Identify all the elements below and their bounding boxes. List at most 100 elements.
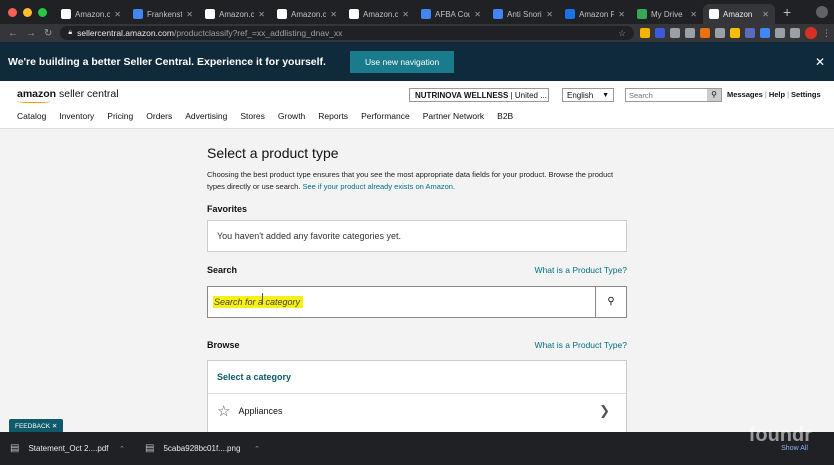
bookmark-star-icon[interactable]: ☆	[618, 28, 626, 39]
nav-item-partner-network[interactable]: Partner Network	[423, 111, 484, 121]
merchant-selector[interactable]: NUTRINOVA WELLNESS | United ...	[409, 88, 549, 102]
doc-icon	[493, 9, 503, 19]
extension-icon[interactable]	[730, 28, 740, 38]
seller-central-logo[interactable]: amazon seller central	[17, 88, 119, 103]
browser-tab-strip: Amazon.c✕Frankensta✕Amazon.c✕Amazon.c✕Am…	[0, 0, 834, 24]
browser-tab[interactable]: Amazon F ✕	[559, 4, 631, 24]
page-title: Select a product type	[207, 145, 339, 161]
close-icon[interactable]: ✕	[618, 10, 625, 19]
playlist-icon[interactable]	[790, 28, 800, 38]
category-row-appliances[interactable]: ☆ Appliances ❯	[208, 394, 626, 428]
nav-item-stores[interactable]: Stores	[240, 111, 265, 121]
tab-label: Anti Snori	[507, 9, 542, 19]
close-icon[interactable]: ✕	[474, 10, 481, 19]
tab-label: My Drive	[651, 9, 683, 19]
extension-icon[interactable]	[670, 28, 680, 38]
amazon-icon	[277, 9, 287, 19]
address-bar[interactable]: 🔒︎ sellercentral.amazon.com/productclass…	[60, 26, 634, 40]
favorites-box: You haven't added any favorite categorie…	[207, 220, 627, 252]
download-item[interactable]: ▤ Statement_Oct 2....pdf ⌃	[0, 443, 135, 454]
browser-tab[interactable]: Amazon.c ✕	[199, 4, 271, 24]
star-icon[interactable]: ☆	[217, 402, 230, 420]
file-icon: ▤	[10, 443, 20, 454]
extension-icon[interactable]	[655, 28, 665, 38]
header-search: ⚲	[625, 88, 722, 102]
product-type-help-link[interactable]: What is a Product Type?	[535, 265, 627, 275]
browser-tab[interactable]: Frankensta ✕	[127, 4, 199, 24]
tab-search-icon[interactable]	[816, 6, 828, 18]
category-label: Appliances	[238, 406, 283, 416]
chart-icon	[565, 9, 575, 19]
browser-tab[interactable]: My Drive ✕	[631, 4, 703, 24]
browser-tab[interactable]: Amazon ✕	[703, 4, 775, 24]
browser-tab[interactable]: Amazon.c ✕	[343, 4, 415, 24]
chevron-up-icon[interactable]: ⌃	[254, 445, 260, 453]
nav-item-orders[interactable]: Orders	[146, 111, 172, 121]
close-icon[interactable]: ✕	[815, 55, 825, 69]
amazon-icon	[349, 9, 359, 19]
close-window-button[interactable]	[8, 8, 17, 17]
browser-tab[interactable]: Amazon.c ✕	[271, 4, 343, 24]
banner-text: We're building a better Seller Central. …	[8, 55, 326, 68]
chevron-up-icon[interactable]: ⌃	[119, 445, 125, 453]
tab-label: Amazon.c	[219, 9, 255, 19]
close-icon[interactable]: ✕	[546, 10, 553, 19]
extension-icon[interactable]	[715, 28, 725, 38]
browser-tab[interactable]: Anti Snori ✕	[487, 4, 559, 24]
extension-icon[interactable]	[700, 28, 710, 38]
category-search-input[interactable]: Search for a category	[207, 286, 596, 318]
extension-icon[interactable]	[640, 28, 650, 38]
window-controls	[0, 8, 55, 24]
messages-link[interactable]: Messages	[727, 90, 763, 99]
browse-help-link[interactable]: What is a Product Type?	[535, 340, 627, 350]
tab-label: AFBA Cou	[435, 9, 471, 19]
search-title: Search	[207, 265, 238, 275]
maximize-window-button[interactable]	[38, 8, 47, 17]
more-menu-icon[interactable]: ⋮	[822, 28, 831, 38]
puzzle-icon[interactable]	[775, 28, 785, 38]
nav-item-pricing[interactable]: Pricing	[107, 111, 133, 121]
close-icon[interactable]: ✕	[690, 10, 697, 19]
use-new-navigation-button[interactable]: Use new navigation	[349, 50, 455, 73]
search-icon[interactable]: ⚲	[596, 286, 627, 318]
new-tab-button[interactable]: +	[775, 4, 799, 24]
help-link[interactable]: Help	[769, 90, 785, 99]
close-icon[interactable]: ✕	[186, 10, 193, 19]
nav-item-advertising[interactable]: Advertising	[185, 111, 227, 121]
close-icon[interactable]: ✕	[114, 10, 121, 19]
search-icon[interactable]: ⚲	[707, 89, 721, 101]
nav-item-catalog[interactable]: Catalog	[17, 111, 46, 121]
extension-icon[interactable]	[745, 28, 755, 38]
feedback-button[interactable]: FEEDBACK ✕	[9, 419, 64, 433]
forward-icon[interactable]: →	[26, 28, 36, 39]
frankenstein-icon	[133, 9, 143, 19]
nav-item-reports[interactable]: Reports	[318, 111, 348, 121]
profile-avatar[interactable]	[805, 27, 817, 39]
back-icon[interactable]: ←	[8, 28, 18, 39]
new-navigation-banner: We're building a better Seller Central. …	[0, 42, 834, 81]
language-select[interactable]: English ▼	[562, 88, 614, 102]
tab-label: Amazon.c	[75, 9, 111, 19]
reload-icon[interactable]: ↻	[44, 28, 52, 39]
minimize-window-button[interactable]	[23, 8, 32, 17]
close-icon[interactable]: ✕	[330, 10, 337, 19]
close-icon[interactable]: ✕	[402, 10, 409, 19]
tab-list: Amazon.c✕Frankensta✕Amazon.c✕Amazon.c✕Am…	[55, 4, 775, 24]
download-item[interactable]: ▤ 5caba928bc01f....png ⌃	[135, 443, 270, 454]
nav-item-growth[interactable]: Growth	[278, 111, 305, 121]
existing-product-link[interactable]: See if your product already exists on Am…	[302, 182, 455, 191]
extension-icon[interactable]	[685, 28, 695, 38]
header-search-input[interactable]	[626, 89, 707, 101]
chevron-right-icon: ❯	[599, 403, 610, 418]
browser-tab[interactable]: Amazon.c ✕	[55, 4, 127, 24]
drive-icon	[637, 9, 647, 19]
close-icon[interactable]: ✕	[762, 10, 769, 19]
settings-link[interactable]: Settings	[791, 90, 821, 99]
nav-item-b2b[interactable]: B2B	[497, 111, 513, 121]
nav-item-performance[interactable]: Performance	[361, 111, 410, 121]
close-icon[interactable]: ✕	[258, 10, 265, 19]
nav-item-inventory[interactable]: Inventory	[59, 111, 94, 121]
extension-icon[interactable]	[760, 28, 770, 38]
show-all-downloads-link[interactable]: Show All	[781, 445, 808, 452]
browser-tab[interactable]: AFBA Cou ✕	[415, 4, 487, 24]
